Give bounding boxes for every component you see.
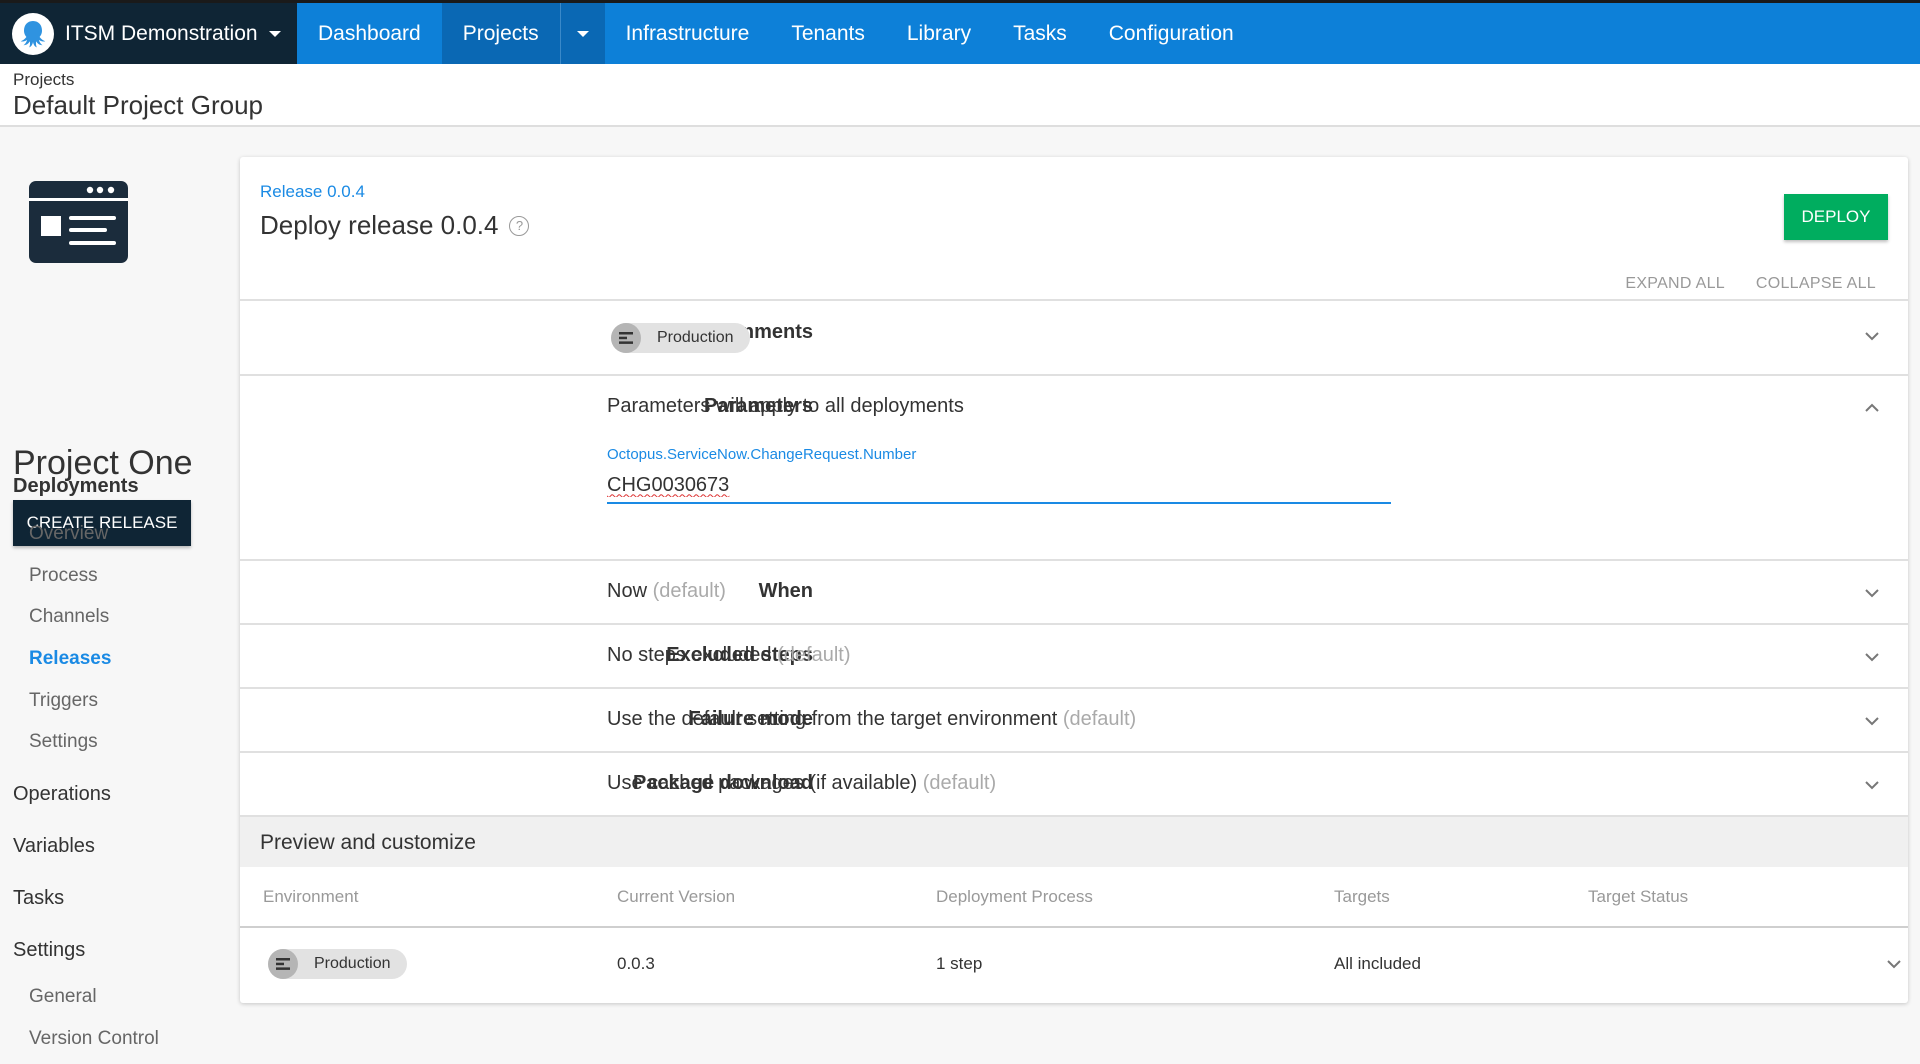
top-navigation: ITSM Demonstration Dashboard Projects In… (0, 3, 1920, 64)
chevron-down-icon[interactable] (1884, 954, 1904, 974)
row-environment: Production (268, 949, 407, 979)
excluded-steps-value: No steps excluded (607, 644, 772, 666)
sidebar-item-channels[interactable]: Channels (29, 606, 109, 628)
card-title: Deploy release 0.0.4 (260, 210, 499, 240)
card-title-wrap: Deploy release 0.0.4 ? (260, 210, 530, 241)
parameters-summary: Parameters will apply to all deployments (607, 395, 964, 417)
excluded-steps-value-wrap: No steps excluded (default) (607, 644, 850, 667)
environment-chip-wrap: Production (611, 323, 750, 353)
sidebar-section-settings[interactable]: Settings (13, 939, 85, 962)
page-header: Projects Default Project Group (0, 64, 1920, 127)
sidebar-item-process[interactable]: Process (29, 565, 98, 587)
row-targets: All included (1334, 954, 1421, 973)
excluded-steps-default: (default) (777, 644, 851, 666)
project-window-icon (29, 181, 128, 263)
environment-icon (611, 323, 641, 353)
nav-infrastructure[interactable]: Infrastructure (605, 3, 771, 64)
environment-chip[interactable]: Production (268, 949, 407, 979)
page-title: Default Project Group (13, 90, 264, 120)
nav-projects[interactable]: Projects (441, 3, 560, 64)
sidebar-section-operations[interactable]: Operations (13, 783, 111, 806)
when-section[interactable]: When Now (default) (240, 559, 1908, 623)
deploy-button[interactable]: DEPLOY (1784, 194, 1888, 240)
sidebar-section-variables[interactable]: Variables (13, 835, 95, 858)
when-label: When (758, 580, 813, 602)
projects-dropdown-button[interactable] (559, 3, 605, 64)
space-name: ITSM Demonstration (65, 21, 258, 45)
when-value: Now (607, 580, 648, 602)
change-request-number-input[interactable] (607, 468, 1391, 504)
chevron-down-icon (576, 30, 589, 37)
failure-mode-value-wrap: Use the default setting from the target … (607, 708, 1136, 731)
breadcrumb-projects[interactable]: Projects (13, 70, 1920, 90)
chevron-down-icon[interactable] (1862, 583, 1882, 603)
sidebar-section-deployments[interactable]: Deployments (13, 475, 139, 498)
sidebar-item-triggers[interactable]: Triggers (29, 690, 98, 712)
environment-icon (268, 949, 298, 979)
chevron-up-icon[interactable] (1862, 398, 1882, 418)
nav-dashboard[interactable]: Dashboard (297, 3, 442, 64)
environment-chip-label: Production (657, 329, 734, 346)
column-current-version: Current Version (617, 887, 736, 906)
package-download-default: (default) (922, 772, 997, 794)
parameter-field-label: Octopus.ServiceNow.ChangeRequest.Number (607, 446, 917, 463)
table-row[interactable]: Production 0.0.3 1 step All included (240, 928, 1908, 1001)
chevron-down-icon[interactable] (1862, 711, 1882, 731)
failure-mode-value: Use the default setting from the target … (607, 708, 1058, 730)
sidebar-item-deploy-settings[interactable]: Settings (29, 731, 98, 753)
sidebar-item-releases[interactable]: Releases (29, 648, 111, 670)
chevron-down-icon (268, 30, 281, 37)
when-value-wrap: Now (default) (607, 580, 726, 603)
row-deployment-process: 1 step (936, 954, 983, 973)
release-link[interactable]: Release 0.0.4 (260, 182, 365, 202)
failure-mode-default: (default) (1062, 708, 1137, 730)
nav-configuration[interactable]: Configuration (1088, 3, 1255, 64)
deploy-release-card: Release 0.0.4 Deploy release 0.0.4 ? DEP… (240, 157, 1908, 1003)
environments-section[interactable]: Environments Production (240, 299, 1908, 374)
column-targets: Targets (1334, 887, 1390, 906)
expand-all-button[interactable]: EXPAND ALL (1625, 275, 1725, 293)
parameters-section: Parameters Parameters will apply to all … (240, 374, 1908, 559)
package-download-value-wrap: Use cached packages (if available) (defa… (607, 772, 996, 795)
column-target-status: Target Status (1588, 887, 1689, 906)
sidebar-section-tasks[interactable]: Tasks (13, 887, 64, 910)
help-circle-icon[interactable]: ? (509, 215, 530, 236)
package-download-value: Use cached packages (if available) (607, 772, 918, 794)
preview-header: Preview and customize (240, 815, 1908, 867)
package-download-section[interactable]: Package download Use cached packages (if… (240, 751, 1908, 815)
project-sidebar: Project One CREATE RELEASE Deployments O… (0, 129, 240, 1064)
nav-library[interactable]: Library (886, 3, 992, 64)
space-switcher[interactable]: ITSM Demonstration (0, 3, 297, 64)
collapse-all-button[interactable]: COLLAPSE ALL (1756, 275, 1876, 293)
octopus-logo-icon (12, 12, 54, 55)
failure-mode-section[interactable]: Failure mode Use the default setting fro… (240, 687, 1908, 751)
sidebar-item-version-control[interactable]: Version Control (29, 1028, 159, 1050)
preview-title: Preview and customize (260, 831, 476, 854)
chevron-down-icon[interactable] (1862, 775, 1882, 795)
row-current-version: 0.0.3 (617, 954, 655, 973)
sidebar-item-general[interactable]: General (29, 986, 97, 1008)
chevron-down-icon[interactable] (1862, 326, 1882, 346)
sidebar-item-overview[interactable]: Overview (29, 523, 108, 545)
environment-chip[interactable]: Production (611, 323, 750, 353)
nav-tenants[interactable]: Tenants (770, 3, 886, 64)
nav-tasks[interactable]: Tasks (992, 3, 1088, 64)
environment-chip-label: Production (314, 955, 391, 972)
column-deployment-process: Deployment Process (936, 887, 1093, 906)
excluded-steps-section[interactable]: Excluded steps No steps excluded (defaul… (240, 623, 1908, 687)
column-environment: Environment (263, 887, 359, 906)
chevron-down-icon[interactable] (1862, 647, 1882, 667)
when-default: (default) (652, 580, 726, 602)
preview-table-header: Environment Current Version Deployment P… (240, 867, 1908, 928)
